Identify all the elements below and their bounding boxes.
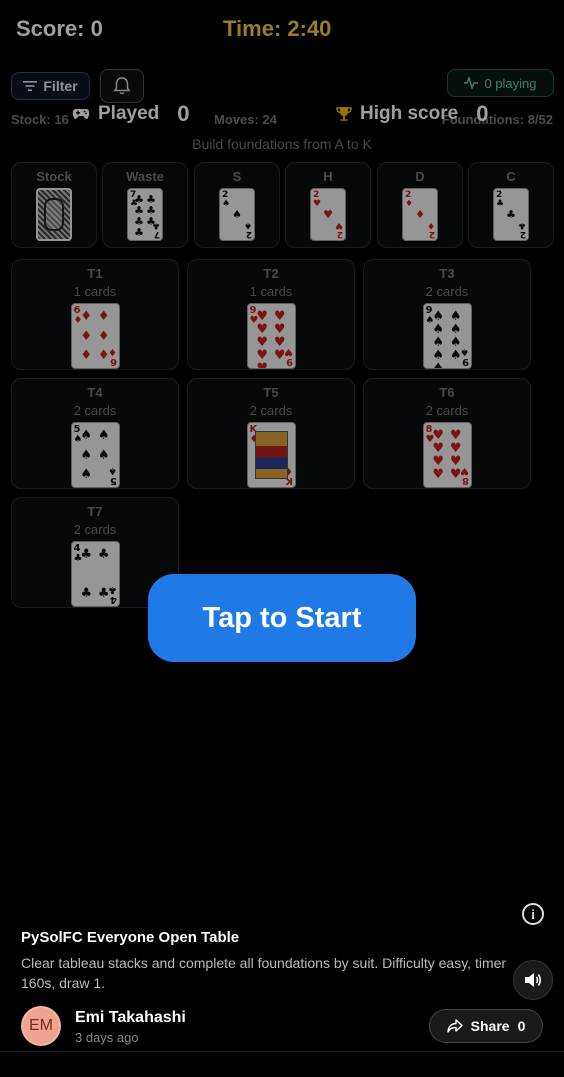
card-pips: ♣ ♣ ♣ ♣ [80, 547, 110, 601]
playing-card[interactable]: 6 ♦ 6 ♦ ♦ ♦ ♦ ♦ ♦ ♦ [70, 303, 120, 369]
game-description: Clear tableau stacks and complete all fo… [21, 955, 507, 991]
sound-toggle-button[interactable] [513, 960, 553, 1000]
gamepad-icon [72, 109, 90, 119]
moves-count: Moves: 24 [214, 112, 277, 127]
score-display: Score: 0 [16, 16, 103, 41]
playing-card[interactable]: 8 ♥ 8 ♥ ♥ ♥ ♥ ♥ ♥ ♥ ♥ ♥ [422, 422, 472, 488]
card-pips: ♦ ♦ ♦ ♦ ♦ ♦ [80, 309, 110, 363]
tableau-t6[interactable]: T6 2 cards 8 ♥ 8 ♥ ♥ ♥ ♥ ♥ ♥ ♥ ♥ ♥ [363, 378, 531, 489]
filter-label: Filter [43, 78, 78, 94]
share-icon [446, 1019, 463, 1033]
author-avatar[interactable]: EM [21, 1006, 61, 1046]
game-instructions: Build foundations from A to K [192, 136, 372, 152]
share-count: 0 [517, 1018, 526, 1034]
card-pips: ♠ [232, 208, 242, 221]
playing-card[interactable]: 5 ♠ 5 ♠ ♠ ♠ ♠ ♠ ♠ [70, 422, 120, 488]
tableau-t2[interactable]: T2 1 cards 9 ♥ 9 ♥ ♥ ♥ ♥ ♥ ♥ ♥ ♥ ♥ ♥ [187, 259, 355, 370]
bell-icon [113, 77, 131, 95]
timer-display: Time: 2:40 [223, 16, 332, 41]
info-icon[interactable]: i [522, 903, 544, 925]
tableau-card-count: 1 cards [73, 284, 117, 299]
slot-d[interactable]: D 2 ♦ 2 ♦ ♦ [377, 162, 463, 248]
tableau-card-count: 2 cards [425, 284, 469, 299]
slot-label: C [506, 169, 516, 184]
tableau-card-count: 2 cards [425, 403, 469, 418]
stock-count: Stock: 16 [11, 112, 69, 127]
card-pips: ♦ [415, 208, 425, 221]
tableau-card-count: 2 cards [249, 403, 293, 418]
card-pips: ♥ ♥ ♥ ♥ ♥ ♥ ♥ ♥ ♥ [256, 309, 286, 369]
share-button[interactable]: Share 0 [429, 1009, 543, 1043]
slot-h[interactable]: H 2 ♥ 2 ♥ ♥ [285, 162, 371, 248]
card-pips: ♣ ♣ ♣ ♣ ♣ ♣ ♣ [134, 193, 156, 239]
slot-s[interactable]: S 2 ♠ 2 ♠ ♠ [194, 162, 280, 248]
tableau-card-count: 2 cards [73, 522, 117, 537]
card-pips: ♥ ♥ ♥ ♥ ♥ ♥ ♥ ♥ [432, 428, 462, 482]
slot-stock[interactable]: Stock [11, 162, 97, 248]
slot-label: D [415, 169, 425, 184]
high-score-stat: High score 0 [336, 101, 488, 127]
slot-c[interactable]: C 2 ♣ 2 ♣ ♣ [468, 162, 554, 248]
divider [0, 1051, 564, 1052]
played-value: 0 [177, 101, 190, 126]
card-back[interactable] [36, 188, 72, 241]
tableau-card-count: 1 cards [249, 284, 293, 299]
played-label: Played [98, 103, 160, 124]
posted-time: 3 days ago [75, 1030, 139, 1045]
slot-label: H [323, 169, 333, 184]
tap-to-start-button[interactable]: Tap to Start [148, 574, 416, 662]
tableau-label: T5 [263, 385, 279, 400]
king-face [254, 431, 288, 479]
tableau-label: T1 [87, 266, 103, 281]
trophy-icon [336, 107, 352, 121]
slot-label: S [232, 169, 242, 184]
slot-label: Waste [126, 169, 164, 184]
tableau-t1[interactable]: T1 1 cards 6 ♦ 6 ♦ ♦ ♦ ♦ ♦ ♦ ♦ [11, 259, 179, 370]
tableau-label: T6 [439, 385, 455, 400]
playing-card[interactable]: 4 ♣ 4 ♣ ♣ ♣ ♣ ♣ [70, 541, 120, 607]
game-title: PySolFC Everyone Open Table [21, 929, 240, 946]
tableau-label: T2 [263, 266, 279, 281]
speaker-icon [525, 973, 542, 987]
tableau-t4[interactable]: T4 2 cards 5 ♠ 5 ♠ ♠ ♠ ♠ ♠ ♠ [11, 378, 179, 489]
high-score-value: 0 [476, 101, 489, 126]
playing-card[interactable]: 2 ♥ 2 ♥ ♥ [310, 188, 346, 241]
activity-icon [464, 77, 479, 89]
playing-card[interactable]: 2 ♦ 2 ♦ ♦ [402, 188, 438, 241]
high-score-label: High score [360, 103, 459, 124]
playing-card[interactable]: 9 ♠ 9 ♠ ♠ ♠ ♠ ♠ ♠ ♠ ♠ ♠ ♠ [422, 303, 472, 369]
card-pips: ♣ [506, 208, 516, 221]
playing-card[interactable]: K♦K♦ [246, 422, 296, 488]
card-pips: ♠ ♠ ♠ ♠ ♠ ♠ ♠ ♠ ♠ [432, 309, 462, 369]
playing-count-label: 0 playing [484, 75, 537, 91]
notifications-button[interactable] [100, 69, 144, 103]
playing-card[interactable]: 9 ♥ 9 ♥ ♥ ♥ ♥ ♥ ♥ ♥ ♥ ♥ ♥ [246, 303, 296, 369]
card-pips: ♥ [323, 208, 333, 221]
playing-card[interactable]: 7 ♣ 7 ♣ ♣ ♣ ♣ ♣ ♣ ♣ ♣ [127, 188, 163, 241]
playing-count-button[interactable]: 0 playing [447, 69, 554, 97]
tableau-label: T4 [87, 385, 103, 400]
tableau-card-count: 2 cards [73, 403, 117, 418]
filter-icon [23, 81, 38, 91]
slot-label: Stock [36, 169, 72, 184]
tableau-label: T7 [87, 504, 103, 519]
filter-button[interactable]: Filter [11, 72, 90, 100]
slot-waste[interactable]: Waste 7 ♣ 7 ♣ ♣ ♣ ♣ ♣ ♣ ♣ ♣ [102, 162, 188, 248]
author-name[interactable]: Emi Takahashi [75, 1009, 186, 1027]
playing-card[interactable]: 2 ♣ 2 ♣ ♣ [493, 188, 529, 241]
played-stat: Played 0 [72, 101, 190, 127]
tableau-t5[interactable]: T5 2 cards K♦K♦ [187, 378, 355, 489]
card-pips: ♠ ♠ ♠ ♠ ♠ [80, 428, 110, 482]
tableau-label: T3 [439, 266, 455, 281]
playing-card[interactable]: 2 ♠ 2 ♠ ♠ [219, 188, 255, 241]
tableau-t3[interactable]: T3 2 cards 9 ♠ 9 ♠ ♠ ♠ ♠ ♠ ♠ ♠ ♠ ♠ ♠ [363, 259, 531, 370]
share-label: Share [470, 1018, 510, 1034]
